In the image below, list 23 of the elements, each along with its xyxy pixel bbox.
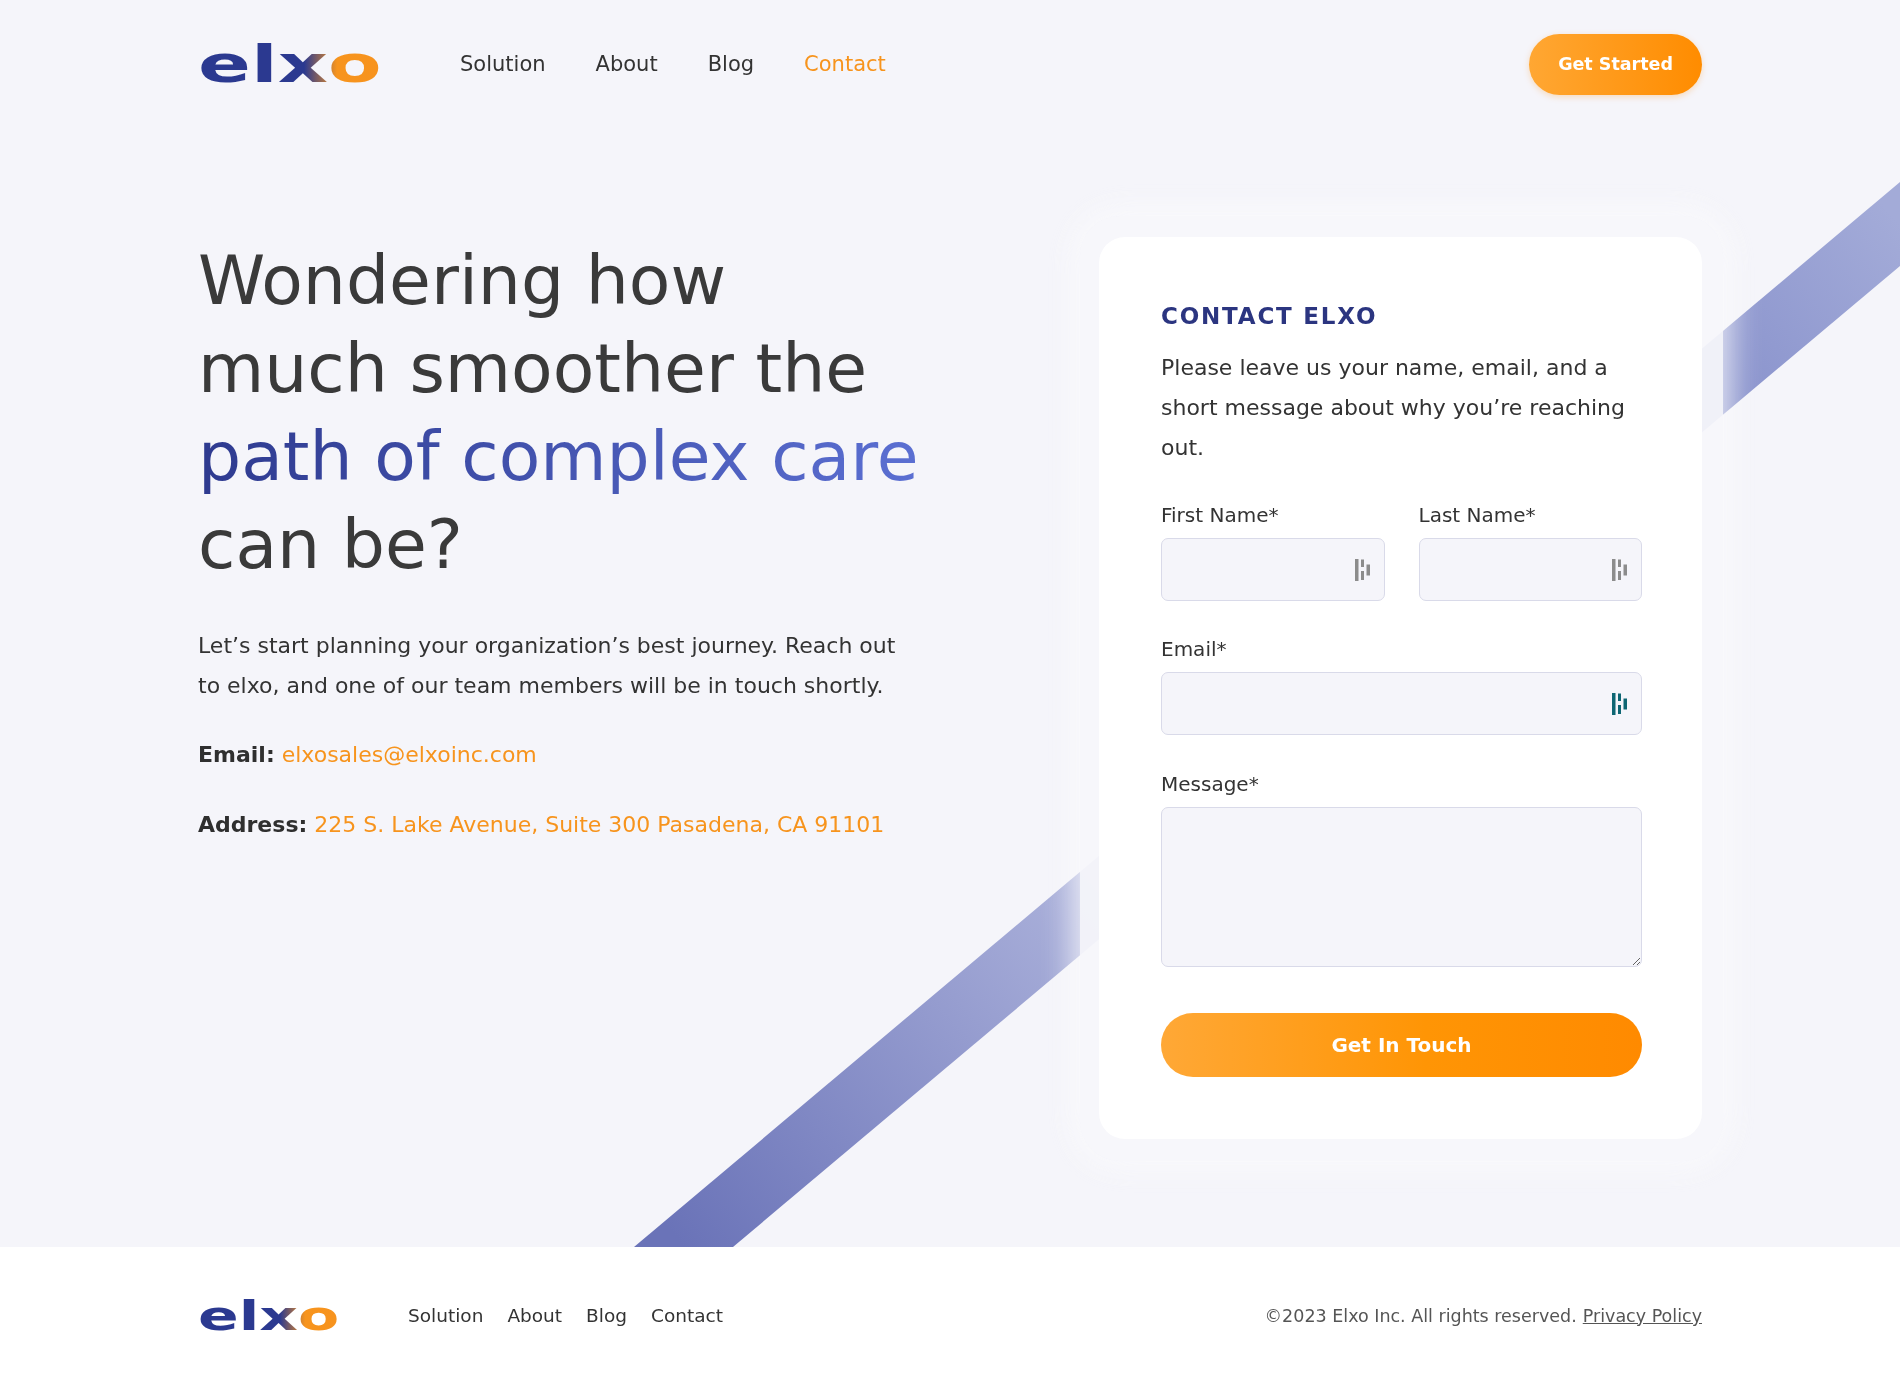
field-label: Last Name*	[1418, 502, 1536, 528]
footer-nav-link[interactable]: Contact	[651, 1305, 723, 1326]
nav-link[interactable]: About	[595, 52, 658, 76]
copyright-text: ©2023 Elxo Inc. All rights reserved.	[1264, 1305, 1577, 1326]
field-label: Message*	[1161, 771, 1259, 797]
name-input-field[interactable]	[1161, 538, 1385, 601]
form-description: Please leave us your name, email, and a short message about why you’re reaching out.	[1161, 354, 1626, 462]
intro-text: Let’s start planning your organization’s best journey. Reach out to elxo, and one of our team members will be in touch shortly.	[198, 632, 897, 700]
hero-heading: Wondering how much smoother the path of complex care can be?	[198, 240, 920, 586]
field-label: Email*	[1161, 636, 1227, 662]
contact-label: Address:	[198, 812, 308, 837]
form-title: CONTACT ELXO	[1161, 302, 1379, 331]
footer-nav-link[interactable]: About	[507, 1305, 563, 1326]
field-label: First Name*	[1161, 502, 1279, 528]
footer-nav-link[interactable]: Solution	[408, 1305, 484, 1326]
email-input-field[interactable]	[1161, 672, 1642, 735]
nav-link[interactable]: Blog	[707, 52, 755, 76]
contact-label: Email:	[198, 742, 275, 767]
nav-link[interactable]: Solution	[460, 52, 546, 76]
privacy-policy-link[interactable]: Privacy Policy	[1582, 1305, 1702, 1326]
message-textarea[interactable]	[1161, 807, 1642, 967]
footer-nav-link[interactable]: Blog	[586, 1305, 627, 1326]
name-input-field[interactable]	[1418, 538, 1642, 601]
